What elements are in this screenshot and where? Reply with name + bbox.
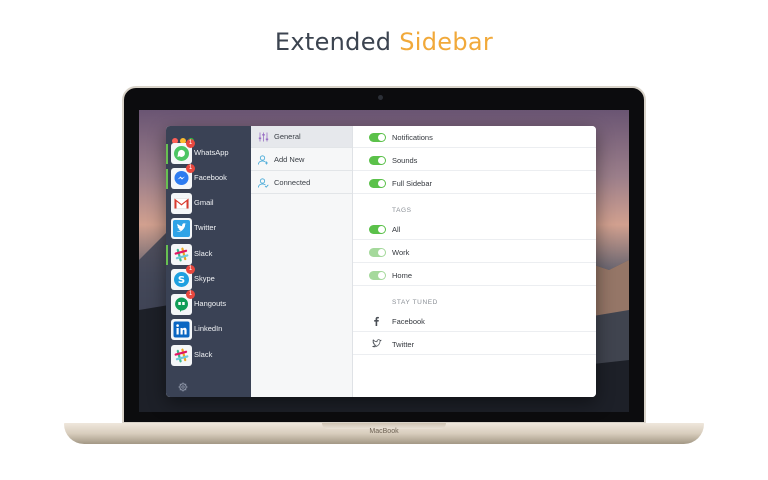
tag-label: Work — [392, 248, 410, 257]
setting-label: Sounds — [392, 156, 418, 165]
active-marker — [166, 144, 168, 164]
twitter-bird-icon — [171, 218, 192, 239]
app-window: 1 WhatsApp 1 Facebook Gmail Twitter Slac… — [166, 126, 596, 397]
active-marker — [166, 245, 168, 265]
hangouts-icon: 1 — [171, 290, 195, 315]
sidebar-app-label: Facebook — [194, 173, 227, 182]
sidebar-app-label: Slack — [194, 350, 213, 359]
tag-row-all: All — [353, 218, 596, 240]
skype-icon: S 1 — [171, 265, 195, 290]
slack-icon — [171, 345, 192, 366]
unread-badge: 1 — [186, 164, 195, 173]
sidebar-app-label: Slack — [194, 249, 213, 258]
gmail-icon — [171, 193, 192, 214]
notifications-toggle[interactable] — [369, 133, 386, 142]
tag-row-work: Work — [353, 241, 596, 263]
settings-pane: Notifications Sounds Full Sidebar TAGS A… — [353, 126, 596, 397]
setting-label: Full Sidebar — [392, 179, 433, 188]
headline-accent: Sidebar — [399, 28, 494, 56]
setting-row-full-sidebar: Full Sidebar — [353, 172, 596, 194]
menu-item-general[interactable]: General — [251, 126, 352, 148]
social-label: Facebook — [392, 317, 425, 326]
headline-main: Extended — [274, 28, 392, 56]
sidebar-app-gmail[interactable]: Gmail — [166, 193, 251, 215]
menu-item-connected[interactable]: Connected — [251, 172, 352, 194]
sidebar-app-whatsapp[interactable]: 1 WhatsApp — [166, 139, 251, 165]
tags-section-header: TAGS — [392, 207, 412, 214]
unread-badge: 1 — [186, 290, 195, 299]
menu-label: Connected — [274, 178, 311, 187]
sidebar-app-skype[interactable]: S 1 Skype — [166, 265, 251, 291]
social-row-facebook[interactable]: Facebook — [353, 310, 596, 332]
full-sidebar-toggle[interactable] — [369, 179, 386, 188]
slack-icon — [171, 244, 192, 265]
camera — [378, 95, 383, 100]
sliders-icon — [258, 132, 269, 142]
setting-row-sounds: Sounds — [353, 149, 596, 171]
stay-tuned-section-header: STAY TUNED — [392, 299, 438, 306]
active-marker — [166, 169, 168, 189]
sidebar-app-twitter[interactable]: Twitter — [166, 218, 251, 240]
add-user-icon — [258, 155, 268, 165]
settings-menu: General Add New Connected — [251, 126, 353, 397]
sidebar-app-hangouts[interactable]: 1 Hangouts — [166, 290, 251, 316]
menu-label: General — [274, 132, 301, 141]
sidebar-app-label: Gmail — [194, 198, 214, 207]
work-tag-toggle[interactable] — [369, 248, 386, 257]
app-sidebar: 1 WhatsApp 1 Facebook Gmail Twitter Slac… — [166, 126, 251, 397]
sidebar-app-label: Hangouts — [194, 299, 227, 308]
setting-label: Notifications — [392, 133, 433, 142]
unread-badge: 1 — [186, 265, 195, 274]
sidebar-app-label: WhatsApp — [194, 148, 229, 157]
sidebar-app-linkedin[interactable]: LinkedIn — [166, 319, 251, 341]
headline: Extended Sidebar — [0, 28, 768, 56]
unread-badge: 1 — [186, 139, 195, 148]
setting-row-notifications: Notifications — [353, 126, 596, 148]
sidebar-app-label: Twitter — [194, 223, 217, 232]
messenger-icon: 1 — [171, 164, 195, 189]
sidebar-app-label: Skype — [194, 274, 215, 283]
gear-icon[interactable] — [178, 382, 188, 392]
tag-row-home: Home — [353, 264, 596, 286]
linkedin-icon — [171, 319, 192, 340]
social-row-twitter[interactable]: Twitter — [353, 333, 596, 355]
sidebar-app-facebook[interactable]: 1 Facebook — [166, 164, 251, 190]
social-label: Twitter — [392, 340, 415, 349]
sidebar-app-label: LinkedIn — [194, 324, 223, 333]
sidebar-app-slack[interactable]: Slack — [166, 244, 251, 266]
menu-item-add-new[interactable]: Add New — [251, 149, 352, 171]
menu-label: Add New — [274, 155, 305, 164]
tag-label: All — [392, 225, 401, 234]
twitter-icon — [372, 339, 382, 348]
tag-label: Home — [392, 271, 413, 280]
sidebar-app-slack-2[interactable]: Slack — [166, 345, 251, 367]
user-check-icon — [258, 178, 269, 188]
svg-text:S: S — [178, 275, 185, 286]
sounds-toggle[interactable] — [369, 156, 386, 165]
laptop-brand: MacBook — [369, 428, 399, 435]
all-tag-toggle[interactable] — [369, 225, 386, 234]
whatsapp-icon: 1 — [171, 139, 195, 164]
facebook-icon — [374, 316, 379, 326]
home-tag-toggle[interactable] — [369, 271, 386, 280]
